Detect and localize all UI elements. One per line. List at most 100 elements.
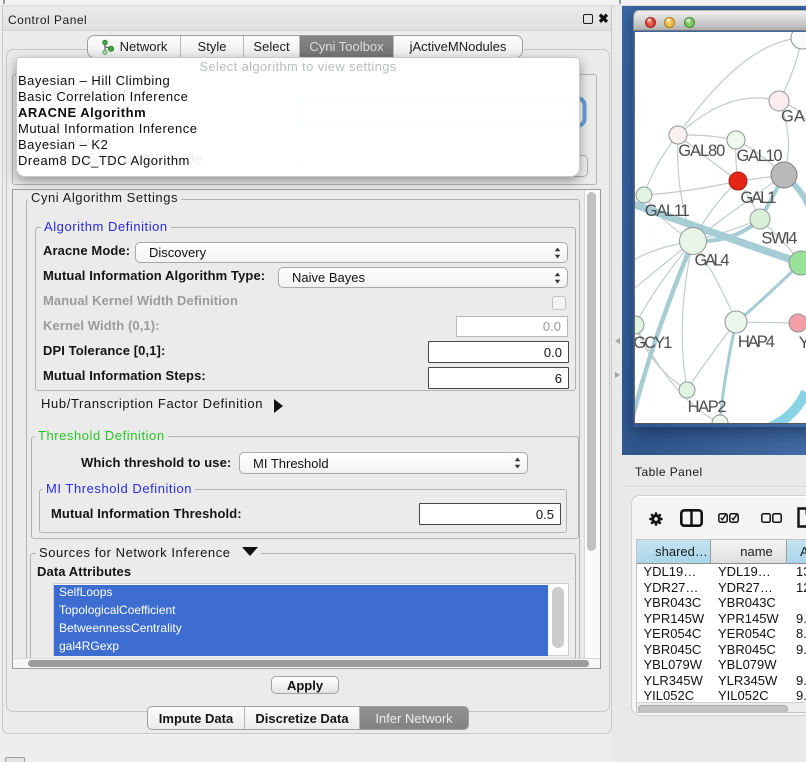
column-header-shared-name[interactable]: shared… (637, 540, 711, 564)
tab-label: Cyni Toolbox (309, 39, 383, 54)
float-window-icon[interactable] (583, 14, 593, 24)
table-cell-value[interactable]: 8. (796, 626, 806, 641)
apply-button[interactable]: Apply (271, 676, 339, 694)
tab-infer-network[interactable]: Infer Network (360, 707, 468, 729)
aracne-mode-combo[interactable]: Discovery (135, 242, 568, 263)
checked-boxes-icon[interactable] (718, 513, 739, 523)
table-panel-area: shared… name A YDL19… YDL19… 13 YDR27… YDR27… (622, 488, 806, 762)
kernel-width-field[interactable]: 0.0 (456, 316, 568, 337)
vertical-scrollbar-thumb[interactable] (587, 192, 596, 551)
network-node-gal1-selected[interactable] (729, 172, 747, 190)
dropdown-item-aracne[interactable]: ARACNE Algorithm (18, 105, 146, 120)
table-cell-name[interactable]: YBR043C (718, 595, 776, 610)
list-item[interactable]: BetweennessCentrality (59, 621, 182, 635)
document-icon[interactable] (797, 507, 806, 528)
table-hscrollbar-thumb[interactable] (638, 705, 788, 713)
mi-steps-value: 6 (555, 371, 562, 386)
network-node-top-right[interactable] (791, 32, 806, 49)
network-node-hap2[interactable] (679, 382, 695, 398)
mi-threshold-value: 0.5 (536, 507, 554, 522)
divider-collapse-right-icon[interactable] (615, 372, 620, 378)
network-window-titlebar[interactable] (633, 10, 806, 31)
table-cell-name[interactable]: YBL079W (718, 657, 777, 672)
tab-label: Impute Data (159, 711, 233, 726)
mi-type-combo[interactable]: Naive Bayes (278, 267, 568, 288)
mi-steps-field[interactable]: 6 (428, 367, 569, 389)
table-cell-shared-name[interactable]: YER054C (644, 626, 702, 641)
table-cell-value[interactable]: 9. (796, 673, 806, 688)
table-cell-name[interactable]: YIL052C (718, 688, 769, 703)
network-node-gal11[interactable] (636, 187, 652, 203)
table-cell-name[interactable]: YPR145W (718, 611, 779, 626)
table-cell-shared-name[interactable]: YIL052C (644, 688, 695, 703)
network-node-gal10[interactable] (771, 162, 797, 188)
column-header-cut[interactable]: A (787, 540, 806, 564)
table-cell-name[interactable]: YBR045C (718, 642, 776, 657)
table-cell-shared-name[interactable]: YBR043C (644, 595, 702, 610)
tab-network[interactable]: Network (88, 36, 181, 57)
table-cell-shared-name[interactable]: YBL079W (644, 657, 703, 672)
list-item[interactable]: TopologicalCoefficient (59, 603, 176, 617)
tab-style[interactable]: Style (181, 36, 244, 57)
control-panel-titlebar[interactable]: Control Panel ✖ (3, 6, 611, 31)
table-cell-name[interactable]: YDL19… (718, 564, 771, 579)
cyni-algorithm-settings-title: Cyni Algorithm Settings (28, 190, 181, 205)
table-cell-name[interactable]: YER054C (718, 626, 776, 641)
divider-collapse-left-icon[interactable] (615, 338, 620, 344)
list-item[interactable]: gal4RGexp (59, 639, 119, 653)
gear-icon[interactable] (648, 511, 664, 527)
network-canvas[interactable]: GAL80 GAL10 GAL1 GAL11 SWI4 GAL4 GCY1 HA… (634, 32, 806, 424)
list-item[interactable]: SelfLoops (59, 585, 112, 599)
network-node-hap4[interactable] (725, 311, 747, 333)
table-cell-name[interactable]: YLR345W (718, 673, 777, 688)
unchecked-boxes-icon[interactable] (761, 513, 782, 523)
expand-right-icon[interactable] (274, 399, 283, 413)
which-threshold-combo[interactable]: MI Threshold (239, 452, 528, 474)
tab-cyni-toolbox[interactable]: Cyni Toolbox (300, 36, 394, 57)
minimize-traffic-light[interactable] (664, 17, 675, 28)
table-cell-name[interactable]: YDR27… (718, 580, 773, 595)
ghost-inference-algorithm-label: Inference Algorithm (36, 83, 158, 98)
tab-impute-data[interactable]: Impute Data (148, 707, 245, 729)
table-cell-shared-name[interactable]: YBR045C (644, 642, 702, 657)
tab-jactivemnodules[interactable]: jActiveMNodules (394, 36, 522, 57)
network-node-gal4[interactable] (680, 228, 707, 255)
table-cell-value[interactable]: 13 (796, 564, 806, 579)
mi-threshold-field[interactable]: 0.5 (419, 503, 561, 525)
table-cell-shared-name[interactable]: YDR27… (644, 580, 699, 595)
table-cell-value[interactable]: 12 (796, 580, 806, 595)
network-node-gcy1[interactable] (635, 316, 644, 334)
list-scrollbar-thumb[interactable] (552, 587, 564, 648)
tab-label: jActiveMNodules (410, 39, 507, 54)
table-cell-value[interactable]: 9. (796, 642, 806, 657)
tab-label: Network (120, 39, 168, 54)
network-node-swi4[interactable] (750, 209, 770, 229)
table-panel-titlebar[interactable]: Table Panel (622, 455, 806, 487)
tab-select[interactable]: Select (244, 36, 300, 57)
table-cell-shared-name[interactable]: YPR145W (644, 611, 705, 626)
mi-threshold-definition-title: MI Threshold Definition (43, 481, 195, 496)
zoom-traffic-light[interactable] (684, 17, 695, 28)
dpi-tolerance-field[interactable]: 0.0 (428, 341, 569, 363)
table-cell-value[interactable]: 9. (796, 611, 806, 626)
horizontal-scrollbar-thumb[interactable] (28, 660, 589, 667)
table-cell-shared-name[interactable]: YLR345W (644, 673, 703, 688)
table-hscrollbar-track[interactable] (637, 702, 806, 713)
node-label-y-cut: Y (799, 334, 806, 352)
hub-definition-label[interactable]: Hub/Transcription Factor Definition (41, 396, 263, 411)
manual-kernel-checkbox[interactable] (552, 296, 566, 310)
panel-minimize-button[interactable] (5, 757, 25, 762)
close-traffic-light[interactable] (645, 17, 656, 28)
tab-label: Infer Network (375, 711, 452, 726)
close-icon[interactable]: ✖ (598, 11, 609, 27)
network-node-bottom[interactable] (712, 415, 728, 424)
data-attributes-list[interactable]: SelfLoops TopologicalCoefficient Between… (53, 583, 569, 656)
column-header-name[interactable]: name (711, 540, 787, 564)
split-divider[interactable] (612, 6, 622, 762)
table-cell-value[interactable]: 9. (796, 688, 806, 703)
split-columns-icon[interactable] (680, 509, 703, 527)
tab-discretize-data[interactable]: Discretize Data (245, 707, 360, 729)
network-node-y-cut[interactable] (789, 314, 806, 332)
table-cell-shared-name[interactable]: YDL19… (644, 564, 697, 579)
sources-group-title[interactable]: Sources for Network Inference (36, 545, 261, 560)
